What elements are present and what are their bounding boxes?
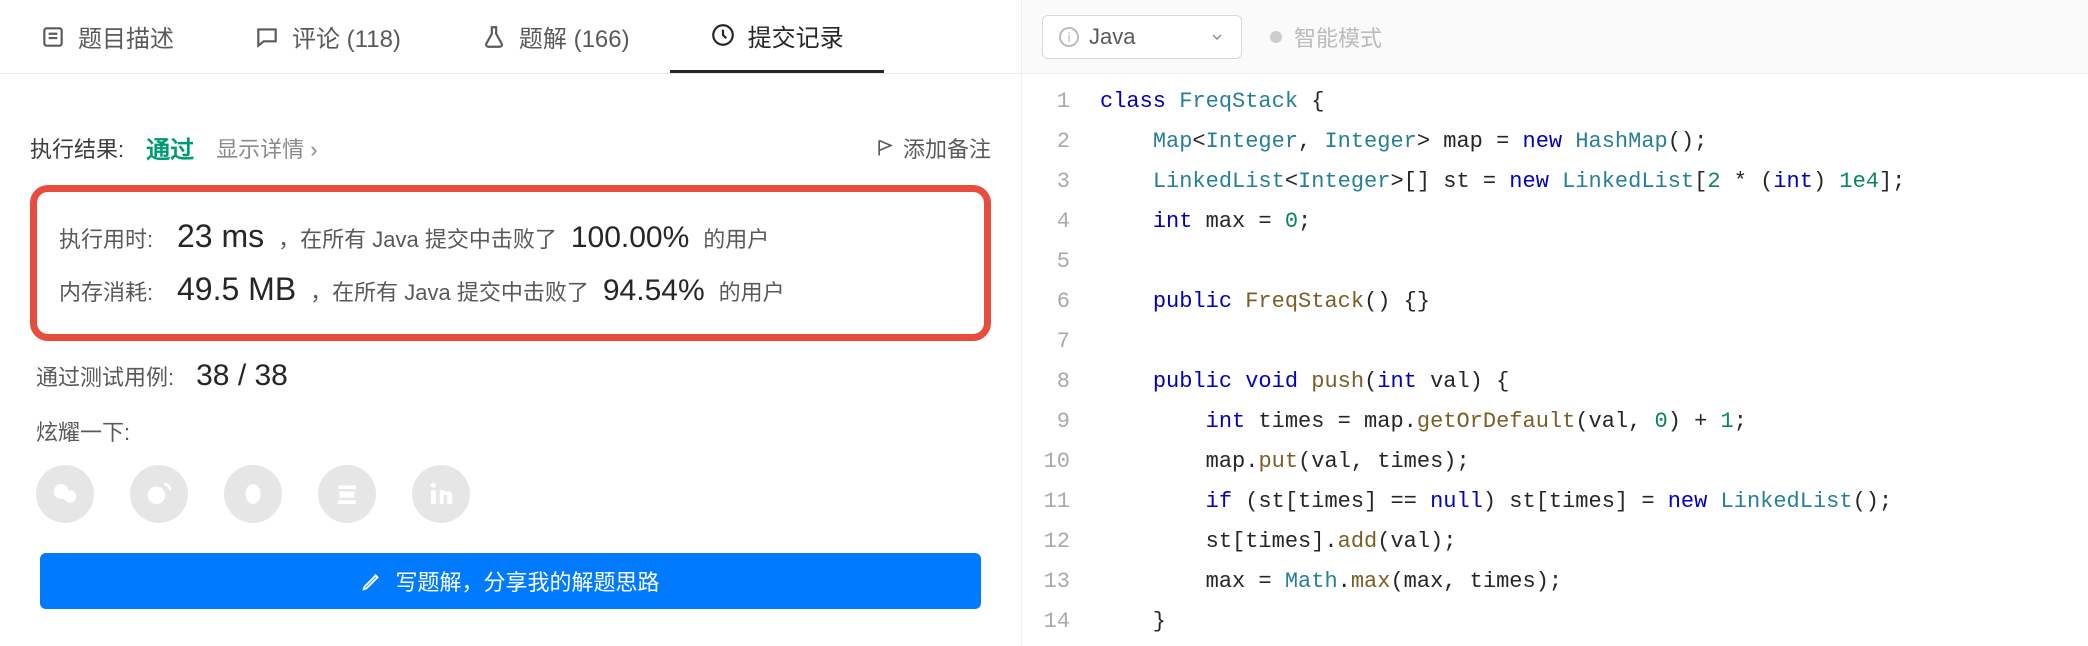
memory-percent: 94.54% <box>603 274 705 308</box>
history-icon <box>710 22 736 48</box>
pencil-icon <box>361 570 383 592</box>
share-label: 炫耀一下: <box>36 415 985 447</box>
language-label: Java <box>1089 24 1135 50</box>
share-wechat-button[interactable] <box>36 465 94 523</box>
code-editor[interactable]: 1234567891011121314 class FreqStack { Ma… <box>1022 74 2088 646</box>
chevron-down-icon <box>1209 29 1225 45</box>
tab-label: 评论 (118) <box>292 19 401 54</box>
tab-submissions[interactable]: 提交记录 <box>670 0 884 73</box>
runtime-text: ，在所有 Java 提交中击败了 <box>278 222 557 254</box>
dot-icon <box>1270 31 1282 43</box>
result-header: 执行结果: 通过 显示详情 › 添加备注 <box>30 130 991 165</box>
qq-icon <box>238 479 268 509</box>
share-weibo-button[interactable] <box>130 465 188 523</box>
result-label: 执行结果: <box>30 132 124 164</box>
tab-comments[interactable]: 评论 (118) <box>214 0 441 73</box>
memory-label: 内存消耗: <box>59 275 163 307</box>
share-row <box>36 465 985 523</box>
problem-tabs: 题目描述 评论 (118) 题解 (166) 提交记录 <box>0 0 1021 74</box>
wechat-icon <box>50 479 80 509</box>
code-content[interactable]: class FreqStack { Map<Integer, Integer> … <box>1084 74 1905 646</box>
runtime-label: 执行用时: <box>59 222 163 254</box>
write-solution-button[interactable]: 写题解，分享我的解题思路 <box>40 553 981 609</box>
comments-icon <box>254 24 280 50</box>
editor-toolbar: i Java 智能模式 <box>1022 0 2088 74</box>
add-note-button[interactable]: 添加备注 <box>875 132 991 164</box>
douban-icon <box>332 479 362 509</box>
result-status: 通过 <box>146 130 194 165</box>
weibo-icon <box>144 479 174 509</box>
runtime-percent: 100.00% <box>571 221 689 255</box>
result-card: 执行结果: 通过 显示详情 › 添加备注 执行用时: 23 ms ，在所有 Ja… <box>0 104 1021 635</box>
left-panel: 题目描述 评论 (118) 题解 (166) 提交记录 执行结果: 通过 显示详… <box>0 0 1022 646</box>
tab-description[interactable]: 题目描述 <box>0 0 214 73</box>
tab-label: 题解 (166) <box>519 19 630 54</box>
tab-solutions[interactable]: 题解 (166) <box>441 0 670 73</box>
add-note-label: 添加备注 <box>903 132 991 164</box>
runtime-row: 执行用时: 23 ms ，在所有 Java 提交中击败了 100.00% 的用户 <box>59 210 962 263</box>
memory-suffix: 的用户 <box>719 275 785 307</box>
share-douban-button[interactable] <box>318 465 376 523</box>
description-icon <box>40 24 66 50</box>
flask-icon <box>481 24 507 50</box>
tab-label: 题目描述 <box>78 19 174 54</box>
flag-icon <box>875 138 895 158</box>
memory-value: 49.5 MB <box>177 271 296 308</box>
test-cases-value: 38 / 38 <box>196 359 288 393</box>
performance-highlight-box: 执行用时: 23 ms ，在所有 Java 提交中击败了 100.00% 的用户… <box>30 185 991 341</box>
share-qq-button[interactable] <box>224 465 282 523</box>
right-panel: i Java 智能模式 1234567891011121314 class Fr… <box>1022 0 2088 646</box>
memory-text: ，在所有 Java 提交中击败了 <box>310 275 589 307</box>
line-gutter: 1234567891011121314 <box>1022 74 1084 646</box>
info-icon: i <box>1059 27 1079 47</box>
test-cases-row: 通过测试用例: 38 / 38 <box>36 359 985 393</box>
share-linkedin-button[interactable] <box>412 465 470 523</box>
write-solution-label: 写题解，分享我的解题思路 <box>395 565 659 597</box>
language-select[interactable]: i Java <box>1042 15 1242 59</box>
memory-row: 内存消耗: 49.5 MB ，在所有 Java 提交中击败了 94.54% 的用… <box>59 263 962 316</box>
smart-mode-label: 智能模式 <box>1294 21 1382 53</box>
tab-label: 提交记录 <box>748 18 844 53</box>
test-cases-label: 通过测试用例: <box>36 360 174 392</box>
linkedin-icon <box>426 479 456 509</box>
smart-mode-toggle[interactable]: 智能模式 <box>1270 21 1382 53</box>
runtime-suffix: 的用户 <box>703 222 769 254</box>
show-detail-link[interactable]: 显示详情 › <box>216 132 317 164</box>
runtime-value: 23 ms <box>177 218 264 255</box>
